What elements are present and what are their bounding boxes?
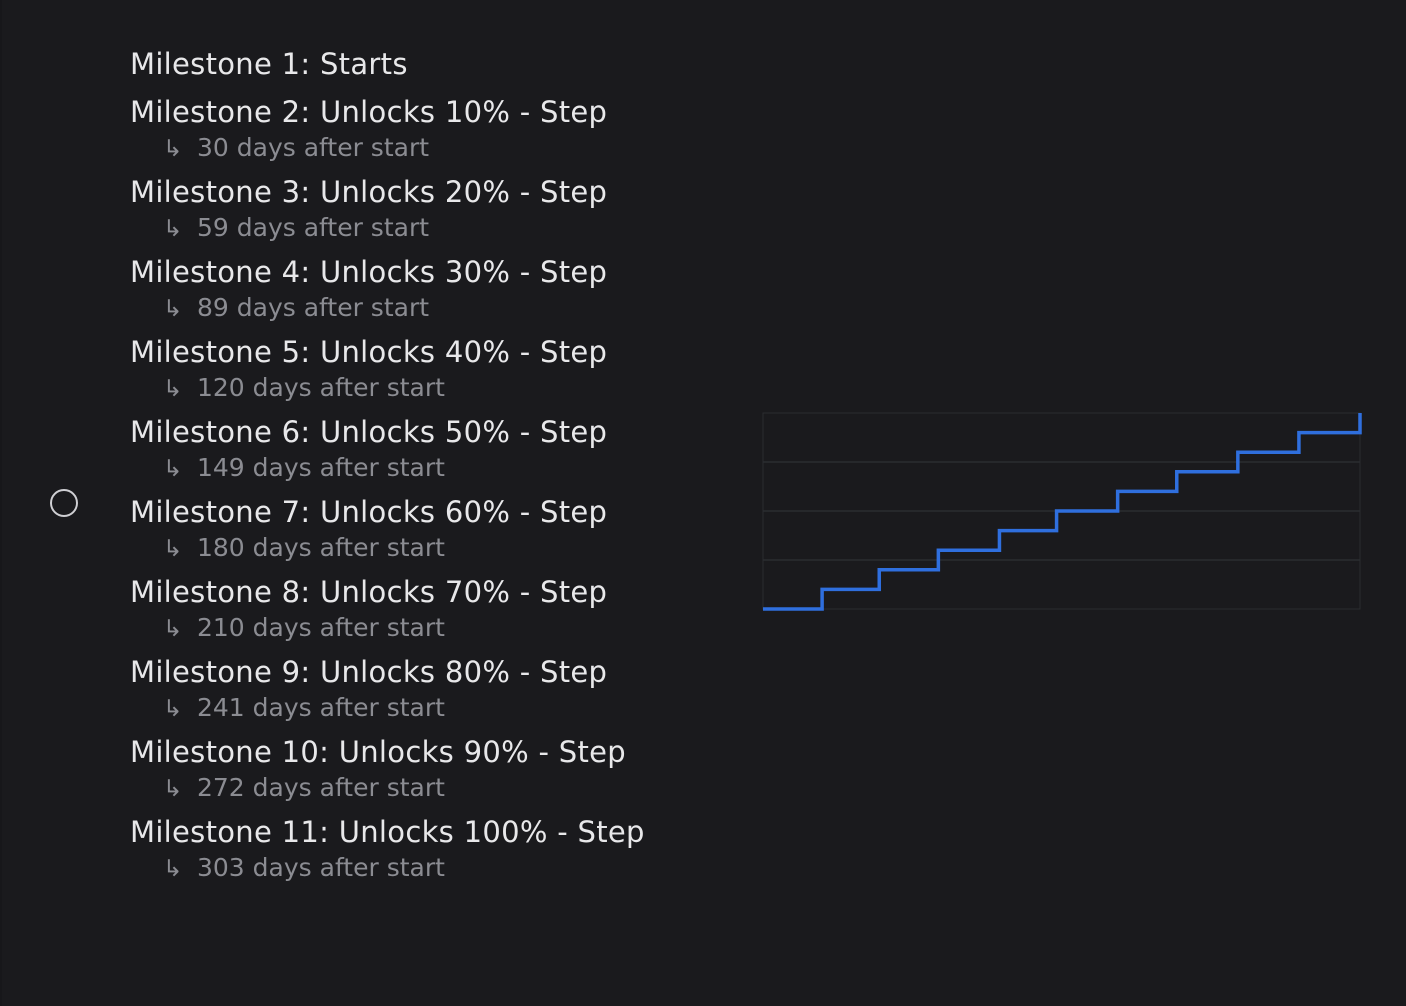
milestone-item: Milestone 9: Unlocks 80% - Step ↳ 241 day… <box>130 648 730 728</box>
milestone-item: Milestone 2: Unlocks 10% - Step ↳ 30 days… <box>130 88 730 168</box>
milestone-title: Milestone 1: Starts <box>130 47 408 81</box>
milestone-item: Milestone 10: Unlocks 90% - Step ↳ 272 da… <box>130 728 730 808</box>
milestone-offset: ↳ 120 days after start <box>130 368 730 408</box>
milestone-offset-text: 303 days after start <box>197 853 445 882</box>
return-arrow-icon: ↳ <box>163 216 183 242</box>
milestone-item: Milestone 8: Unlocks 70% - Step ↳ 210 day… <box>130 568 730 648</box>
milestone-offset-text: 59 days after start <box>197 213 430 242</box>
milestone-offset-text: 241 days after start <box>197 693 445 722</box>
milestone-offset-text: 89 days after start <box>197 293 430 322</box>
milestone-offset-text: 210 days after start <box>197 613 445 642</box>
milestone-offset-text: 120 days after start <box>197 373 445 402</box>
selection-radio[interactable] <box>50 489 78 517</box>
milestone-offset: ↳ 241 days after start <box>130 688 730 728</box>
milestone-item: Milestone 11: Unlocks 100% - Step ↳ 303 d… <box>130 808 730 888</box>
milestone-list: Milestone 1: Starts Milestone 2: Unlocks… <box>130 40 730 888</box>
milestone-offset-text: 180 days after start <box>197 533 445 562</box>
milestone-offset: ↳ 149 days after start <box>130 448 730 488</box>
milestone-offset-text: 30 days after start <box>197 133 430 162</box>
return-arrow-icon: ↳ <box>163 136 183 162</box>
return-arrow-icon: ↳ <box>163 376 183 402</box>
milestone-offset-text: 149 days after start <box>197 453 445 482</box>
milestone-offset: ↳ 180 days after start <box>130 528 730 568</box>
return-arrow-icon: ↳ <box>163 776 183 802</box>
return-arrow-icon: ↳ <box>163 616 183 642</box>
milestone-item: Milestone 6: Unlocks 50% - Step ↳ 149 day… <box>130 408 730 488</box>
milestone-item: Milestone 1: Starts <box>130 40 730 88</box>
milestone-offset-text: 272 days after start <box>197 773 445 802</box>
milestone-item: Milestone 4: Unlocks 30% - Step ↳ 89 days… <box>130 248 730 328</box>
return-arrow-icon: ↳ <box>163 456 183 482</box>
unlock-step-chart-svg <box>762 412 1362 611</box>
milestone-item: Milestone 7: Unlocks 60% - Step ↳ 180 day… <box>130 488 730 568</box>
milestone-item: Milestone 3: Unlocks 20% - Step ↳ 59 days… <box>130 168 730 248</box>
return-arrow-icon: ↳ <box>163 296 183 322</box>
milestone-offset: ↳ 210 days after start <box>130 608 730 648</box>
milestone-offset: ↳ 272 days after start <box>130 768 730 808</box>
return-arrow-icon: ↳ <box>163 856 183 882</box>
unlock-step-chart <box>760 410 1364 614</box>
left-edge-strip <box>0 0 2 1006</box>
milestone-item: Milestone 5: Unlocks 40% - Step ↳ 120 day… <box>130 328 730 408</box>
return-arrow-icon: ↳ <box>163 536 183 562</box>
return-arrow-icon: ↳ <box>163 696 183 722</box>
